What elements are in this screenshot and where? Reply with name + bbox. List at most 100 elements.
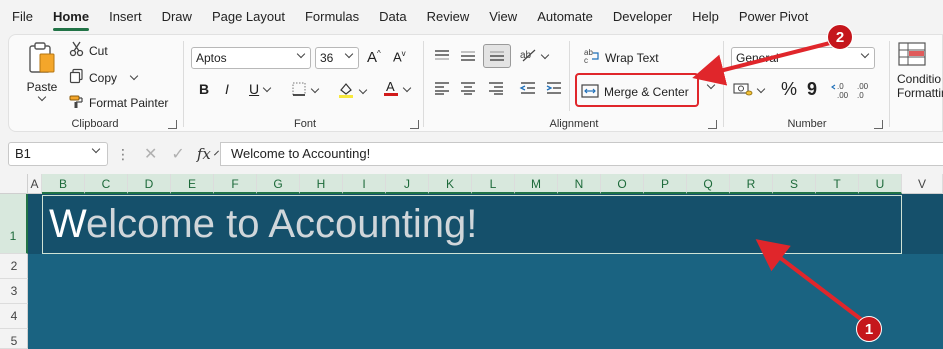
- formula-input[interactable]: Welcome to Accounting!: [220, 142, 943, 166]
- borders-button[interactable]: [291, 81, 320, 100]
- number-format-value: General: [736, 51, 779, 65]
- column-header-p[interactable]: P: [644, 174, 687, 194]
- format-painter-button[interactable]: Format Painter: [69, 93, 168, 112]
- top-align-button[interactable]: [433, 49, 451, 66]
- insert-function-chevron-icon[interactable]: [213, 150, 219, 155]
- font-size-select[interactable]: 36: [315, 47, 359, 69]
- decrease-font-size-button[interactable]: Av: [393, 49, 406, 64]
- tab-home[interactable]: Home: [52, 0, 90, 34]
- tab-draw[interactable]: Draw: [162, 0, 192, 34]
- column-header-d[interactable]: D: [128, 174, 171, 194]
- alignment-dialog-launcher-icon[interactable]: [708, 120, 717, 129]
- row-header-5[interactable]: 5: [0, 329, 28, 349]
- increase-decimal-button[interactable]: .0.00: [831, 81, 853, 102]
- font-family-select[interactable]: Aptos: [191, 47, 311, 69]
- tab-developer[interactable]: Developer: [613, 0, 672, 34]
- tab-automate[interactable]: Automate: [537, 0, 593, 34]
- italic-button[interactable]: I: [225, 81, 229, 97]
- underline-button[interactable]: U: [249, 81, 272, 97]
- align-right-button[interactable]: [487, 81, 505, 98]
- column-header-j[interactable]: J: [386, 174, 429, 194]
- font-color-chevron-icon[interactable]: [402, 83, 412, 93]
- clipboard-dialog-launcher-icon[interactable]: [168, 120, 177, 129]
- number-dialog-launcher-icon[interactable]: [874, 120, 883, 129]
- column-header-e[interactable]: E: [171, 174, 214, 194]
- bottom-align-button[interactable]: [483, 44, 511, 68]
- font-color-button[interactable]: A: [383, 79, 412, 100]
- cut-button[interactable]: Cut: [69, 41, 108, 60]
- fill-color-button[interactable]: [337, 81, 368, 102]
- underline-chevron-icon[interactable]: [262, 83, 272, 92]
- paste-button[interactable]: Paste: [19, 41, 65, 111]
- comma-style-button[interactable]: 9: [807, 79, 817, 100]
- tab-formulas[interactable]: Formulas: [305, 0, 359, 34]
- select-all-corner[interactable]: [0, 174, 28, 194]
- enter-check-icon[interactable]: ✓: [171, 144, 184, 164]
- fill-color-chevron-icon[interactable]: [358, 85, 368, 95]
- merge-center-dropdown[interactable]: [703, 80, 716, 90]
- column-header-g[interactable]: G: [257, 174, 300, 194]
- tab-view[interactable]: View: [489, 0, 517, 34]
- column-header-f[interactable]: F: [214, 174, 257, 194]
- copy-dropdown-chevron-icon[interactable]: [129, 71, 139, 81]
- tab-review[interactable]: Review: [427, 0, 470, 34]
- svg-text:A: A: [386, 79, 395, 94]
- column-header-h[interactable]: H: [300, 174, 343, 194]
- accounting-format-button[interactable]: [733, 81, 766, 100]
- ribbon: Paste Cut Copy Format Painter Clipboard: [8, 34, 943, 132]
- align-left-button[interactable]: [433, 81, 451, 98]
- font-size-chevron-icon: [344, 49, 354, 59]
- tab-power-pivot[interactable]: Power Pivot: [739, 0, 808, 34]
- orientation-chevron-icon[interactable]: [540, 50, 550, 60]
- paste-dropdown-chevron-icon[interactable]: [37, 92, 47, 102]
- column-header-c[interactable]: C: [85, 174, 128, 194]
- column-header-s[interactable]: S: [773, 174, 816, 194]
- number-format-select[interactable]: General: [731, 47, 875, 69]
- tab-insert[interactable]: Insert: [109, 0, 142, 34]
- column-header-a[interactable]: A: [28, 174, 42, 194]
- column-header-u[interactable]: U: [859, 174, 902, 194]
- column-header-l[interactable]: L: [472, 174, 515, 194]
- conditional-formatting-button[interactable]: Conditio Formattin: [897, 41, 943, 100]
- middle-align-button[interactable]: [459, 49, 477, 66]
- accounting-format-chevron-icon[interactable]: [756, 84, 766, 94]
- column-header-k[interactable]: K: [429, 174, 472, 194]
- copy-button[interactable]: Copy: [69, 68, 139, 87]
- merged-cell-b1-u1[interactable]: Welcome to Accounting!: [42, 195, 902, 254]
- column-header-o[interactable]: O: [601, 174, 644, 194]
- increase-indent-button[interactable]: [545, 81, 563, 98]
- borders-chevron-icon[interactable]: [310, 84, 320, 94]
- column-header-b[interactable]: B: [42, 174, 85, 194]
- row-header-2[interactable]: 2: [0, 254, 28, 279]
- tab-page-layout[interactable]: Page Layout: [212, 0, 285, 34]
- align-center-button[interactable]: [459, 81, 477, 98]
- insert-function-icon[interactable]: fx: [197, 145, 211, 163]
- column-header-m[interactable]: M: [515, 174, 558, 194]
- row-header-3[interactable]: 3: [0, 279, 28, 304]
- wrap-text-button[interactable]: ab c Wrap Text: [583, 48, 659, 67]
- percent-style-button[interactable]: %: [781, 79, 797, 100]
- row-header-4[interactable]: 4: [0, 304, 28, 329]
- column-header-t[interactable]: T: [816, 174, 859, 194]
- worksheet-grid[interactable]: Welcome to Accounting!: [28, 194, 943, 349]
- column-header-v[interactable]: V: [902, 174, 943, 194]
- font-size-value: 36: [320, 51, 334, 65]
- tab-data[interactable]: Data: [379, 0, 406, 34]
- bold-button[interactable]: B: [199, 81, 209, 97]
- font-dialog-launcher-icon[interactable]: [410, 120, 419, 129]
- column-header-n[interactable]: N: [558, 174, 601, 194]
- tab-file[interactable]: File: [12, 0, 33, 34]
- decrease-decimal-icon-button[interactable]: .00.0: [855, 81, 877, 102]
- more-options-icon[interactable]: ⋮: [116, 146, 130, 163]
- decrease-indent-button[interactable]: [519, 81, 537, 98]
- tab-help[interactable]: Help: [692, 0, 719, 34]
- increase-font-size-button[interactable]: A^: [367, 49, 381, 66]
- row-header-1[interactable]: 1: [0, 194, 28, 254]
- column-header-r[interactable]: R: [730, 174, 773, 194]
- column-header-i[interactable]: I: [343, 174, 386, 194]
- clipboard-group-label: Clipboard: [71, 118, 119, 130]
- name-box[interactable]: B1: [8, 142, 108, 166]
- column-header-q[interactable]: Q: [687, 174, 730, 194]
- cancel-icon[interactable]: ✕: [144, 144, 157, 164]
- orientation-button[interactable]: ab: [519, 47, 550, 66]
